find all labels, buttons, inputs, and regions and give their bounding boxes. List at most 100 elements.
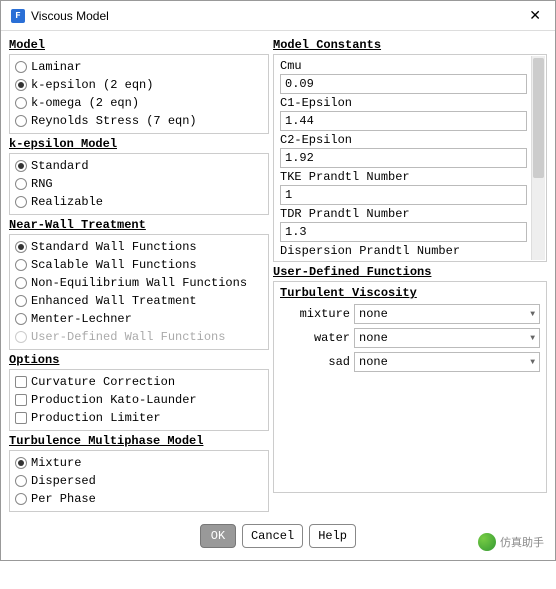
radio-option[interactable]: Non-Equilibrium Wall Functions bbox=[15, 274, 263, 292]
radio-label: Per Phase bbox=[31, 491, 96, 507]
udf-row: sadnone ▼ bbox=[280, 352, 540, 372]
checkbox-icon bbox=[15, 412, 27, 424]
radio-icon bbox=[15, 475, 27, 487]
radio-label: Reynolds Stress (7 eqn) bbox=[31, 113, 197, 129]
radio-option[interactable]: Scalable Wall Functions bbox=[15, 256, 263, 274]
radio-label: User-Defined Wall Functions bbox=[31, 329, 225, 345]
udf-label: mixture bbox=[280, 307, 350, 321]
udf-dropdown[interactable]: none ▼ bbox=[354, 304, 540, 324]
radio-icon bbox=[15, 115, 27, 127]
radio-label: Laminar bbox=[31, 59, 81, 75]
checkbox-label: Production Limiter bbox=[31, 410, 161, 426]
section-title-udf: User-Defined Functions bbox=[273, 265, 547, 279]
udf-dropdown[interactable]: none ▼ bbox=[354, 328, 540, 348]
radio-option[interactable]: k-epsilon (2 eqn) bbox=[15, 76, 263, 94]
udf-dropdown[interactable]: none ▼ bbox=[354, 352, 540, 372]
ok-button[interactable]: OK bbox=[200, 524, 236, 548]
chevron-down-icon: ▼ bbox=[530, 310, 535, 319]
udf-label: sad bbox=[280, 355, 350, 369]
constant-label: TDR Prandtl Number bbox=[280, 207, 527, 221]
section-title-tmm: Turbulence Multiphase Model bbox=[9, 434, 269, 448]
constant-input[interactable] bbox=[280, 185, 527, 205]
titlebar: F Viscous Model ✕ bbox=[1, 1, 555, 31]
udf-value: none bbox=[359, 307, 388, 321]
checkbox-option[interactable]: Production Limiter bbox=[15, 409, 263, 427]
radio-option[interactable]: Mixture bbox=[15, 454, 263, 472]
udf-value: none bbox=[359, 355, 388, 369]
app-icon: F bbox=[11, 9, 25, 23]
constant-label: Cmu bbox=[280, 59, 527, 73]
section-title-nwt: Near-Wall Treatment bbox=[9, 218, 269, 232]
radio-option[interactable]: Per Phase bbox=[15, 490, 263, 508]
checkbox-option[interactable]: Curvature Correction bbox=[15, 373, 263, 391]
radio-label: k-epsilon (2 eqn) bbox=[31, 77, 153, 93]
radio-icon bbox=[15, 241, 27, 253]
radio-icon bbox=[15, 331, 27, 343]
group-options: Curvature Correction Production Kato-Laun… bbox=[9, 369, 269, 431]
radio-option[interactable]: Standard Wall Functions bbox=[15, 238, 263, 256]
cancel-button[interactable]: Cancel bbox=[242, 524, 303, 548]
constant-input[interactable] bbox=[280, 111, 527, 131]
radio-icon bbox=[15, 178, 27, 190]
checkbox-label: Production Kato-Launder bbox=[31, 392, 197, 408]
radio-option[interactable]: k-omega (2 eqn) bbox=[15, 94, 263, 112]
constant-label: C1-Epsilon bbox=[280, 96, 527, 110]
radio-icon bbox=[15, 457, 27, 469]
radio-label: Mixture bbox=[31, 455, 81, 471]
radio-option[interactable]: Dispersed bbox=[15, 472, 263, 490]
checkbox-icon bbox=[15, 376, 27, 388]
group-model: Laminar k-epsilon (2 eqn) k-omega (2 eqn) R… bbox=[9, 54, 269, 134]
udf-subtitle: Turbulent Viscosity bbox=[280, 286, 540, 300]
scrollbar-thumb[interactable] bbox=[533, 58, 544, 178]
radio-option[interactable]: Standard bbox=[15, 157, 263, 175]
radio-label: k-omega (2 eqn) bbox=[31, 95, 139, 111]
checkbox-icon bbox=[15, 394, 27, 406]
help-button[interactable]: Help bbox=[309, 524, 356, 548]
radio-icon bbox=[15, 259, 27, 271]
watermark: 仿真助手 bbox=[478, 533, 544, 551]
group-tmm: Mixture Dispersed Per Phase bbox=[9, 450, 269, 512]
udf-row: water none ▼ bbox=[280, 328, 540, 348]
chevron-down-icon: ▼ bbox=[530, 358, 535, 367]
group-nwt: Standard Wall Functions Scalable Wall Fun… bbox=[9, 234, 269, 350]
radio-label: Scalable Wall Functions bbox=[31, 257, 197, 273]
radio-icon bbox=[15, 61, 27, 73]
radio-option[interactable]: RNG bbox=[15, 175, 263, 193]
wechat-icon bbox=[478, 533, 496, 551]
group-keps: StandardRNGRealizable bbox=[9, 153, 269, 215]
udf-label: water bbox=[280, 331, 350, 345]
chevron-down-icon: ▼ bbox=[530, 334, 535, 343]
section-title-model: Model bbox=[9, 38, 269, 52]
radio-option[interactable]: Menter-Lechner bbox=[15, 310, 263, 328]
constant-label: TKE Prandtl Number bbox=[280, 170, 527, 184]
radio-label: Dispersed bbox=[31, 473, 96, 489]
radio-icon bbox=[15, 79, 27, 91]
constant-input[interactable] bbox=[280, 74, 527, 94]
udf-row: mixture none ▼ bbox=[280, 304, 540, 324]
radio-option[interactable]: Realizable bbox=[15, 193, 263, 211]
radio-option[interactable]: Enhanced Wall Treatment bbox=[15, 292, 263, 310]
radio-label: Realizable bbox=[31, 194, 103, 210]
radio-label: Standard bbox=[31, 158, 89, 174]
constants-panel: Cmu C1-Epsilon C2-Epsilon TKE Prandtl Numbe… bbox=[273, 54, 547, 262]
radio-icon bbox=[15, 97, 27, 109]
section-title-keps: k-epsilon Model bbox=[9, 137, 269, 151]
section-title-constants: Model Constants bbox=[273, 38, 547, 52]
radio-option[interactable]: Laminar bbox=[15, 58, 263, 76]
radio-icon bbox=[15, 277, 27, 289]
constant-label-cutoff: Dispersion Prandtl Number bbox=[280, 244, 527, 258]
udf-value: none bbox=[359, 331, 388, 345]
radio-label: Menter-Lechner bbox=[31, 311, 132, 327]
radio-option[interactable]: Reynolds Stress (7 eqn) bbox=[15, 112, 263, 130]
scrollbar[interactable] bbox=[531, 56, 545, 260]
radio-label: Enhanced Wall Treatment bbox=[31, 293, 197, 309]
radio-icon bbox=[15, 493, 27, 505]
radio-label: Standard Wall Functions bbox=[31, 239, 197, 255]
constant-input[interactable] bbox=[280, 222, 527, 242]
constant-input[interactable] bbox=[280, 148, 527, 168]
checkbox-option[interactable]: Production Kato-Launder bbox=[15, 391, 263, 409]
checkbox-label: Curvature Correction bbox=[31, 374, 175, 390]
radio-option: User-Defined Wall Functions bbox=[15, 328, 263, 346]
close-icon[interactable]: ✕ bbox=[525, 7, 545, 24]
constant-label: C2-Epsilon bbox=[280, 133, 527, 147]
